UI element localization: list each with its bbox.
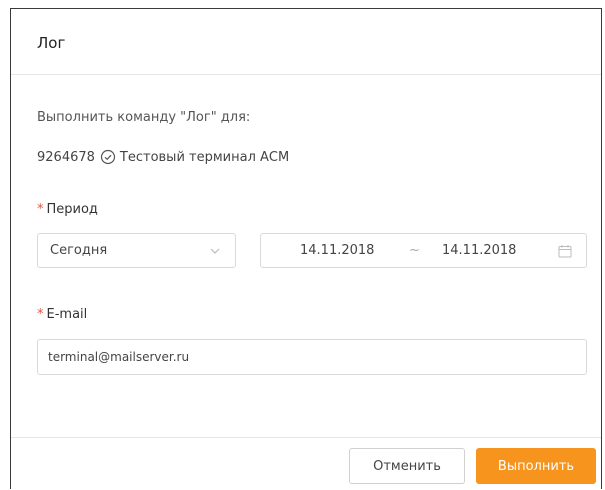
dialog-header: Лог — [11, 9, 601, 75]
dialog-body: Выполнить команду "Лог" для: 9264678 Тес… — [11, 75, 601, 438]
terminal-name: Тестовый терминал АСМ — [119, 149, 290, 165]
dialog-title: Лог — [37, 34, 66, 52]
terminal-id: 9264678 — [37, 149, 95, 165]
required-mark: * — [37, 307, 44, 322]
run-button[interactable]: Выполнить — [476, 448, 596, 484]
required-mark: * — [37, 202, 44, 217]
cancel-button[interactable]: Отменить — [349, 448, 465, 484]
start-date[interactable]: 14.11.2018 — [300, 243, 374, 258]
email-label-text: E-mail — [46, 307, 88, 322]
email-field[interactable] — [37, 339, 587, 375]
date-range-picker[interactable]: 14.11.2018 ~ 14.11.2018 — [260, 233, 587, 268]
end-date[interactable]: 14.11.2018 — [442, 243, 516, 258]
period-label: * Период — [37, 202, 98, 217]
chevron-down-icon — [210, 248, 220, 254]
log-dialog: Лог Выполнить команду "Лог" для: 9264678… — [10, 8, 602, 489]
command-intro-text: Выполнить команду "Лог" для: — [37, 110, 251, 125]
terminal-row: 9264678 Тестовый терминал АСМ — [37, 149, 289, 165]
check-circle-icon — [100, 149, 116, 165]
dialog-footer: Отменить Выполнить — [11, 438, 601, 490]
period-label-text: Период — [46, 202, 98, 217]
period-preset-select[interactable]: Сегодня — [37, 233, 236, 268]
email-label: * E-mail — [37, 307, 87, 322]
period-preset-value: Сегодня — [50, 243, 108, 258]
calendar-icon[interactable] — [558, 244, 572, 258]
date-separator: ~ — [409, 243, 420, 258]
